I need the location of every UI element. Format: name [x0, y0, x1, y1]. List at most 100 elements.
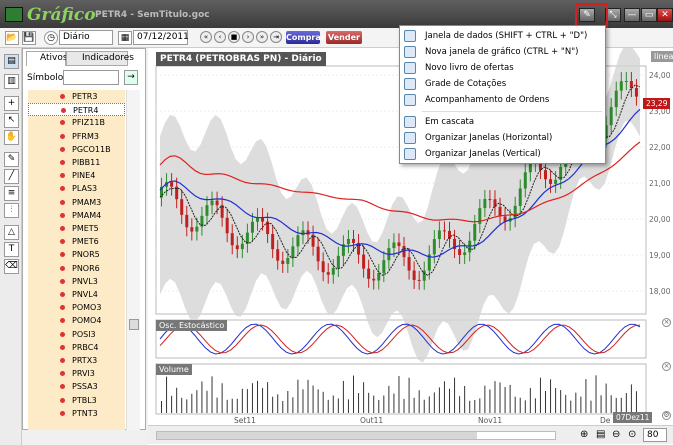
asset-item[interactable]: PGCO11B: [28, 143, 125, 156]
asset-item[interactable]: PNOR5: [28, 248, 125, 261]
candle-body: [544, 170, 547, 180]
asset-item[interactable]: PINE4: [28, 169, 125, 182]
maximize-button[interactable]: ▭: [641, 8, 657, 22]
candle-body: [609, 107, 613, 126]
asset-list-scrollbar[interactable]: [126, 90, 140, 430]
crosshair-icon[interactable]: +: [4, 96, 19, 111]
asset-item[interactable]: PETR3: [28, 90, 125, 103]
buy-button[interactable]: Comprar: [286, 31, 325, 44]
candle-body: [488, 199, 492, 201]
menu-item[interactable]: Acompanhamento de Ordens: [400, 93, 605, 108]
asset-item[interactable]: POMO4: [28, 314, 125, 327]
period-select[interactable]: Diário: [59, 30, 113, 45]
asset-item[interactable]: PETR4: [28, 103, 125, 117]
date-field[interactable]: 07/12/2011: [133, 30, 189, 45]
scrollbar-thumb[interactable]: [129, 319, 139, 330]
save-icon[interactable]: 💾: [22, 31, 36, 45]
hscroll-thumb[interactable]: [157, 432, 477, 439]
stop-icon[interactable]: ■: [228, 31, 240, 43]
asset-item[interactable]: PTBL3: [28, 394, 125, 407]
asset-item[interactable]: PMET5: [28, 222, 125, 235]
cursor-icon[interactable]: ↖: [4, 113, 19, 128]
menu-item[interactable]: Organizar Janelas (Vertical): [400, 147, 605, 162]
zoom-value[interactable]: 80: [643, 428, 667, 442]
symbol-input[interactable]: [63, 70, 119, 85]
fibonacci-icon[interactable]: ⫶: [4, 203, 19, 218]
calendar-icon[interactable]: ▦: [118, 31, 132, 45]
zoom-fit-icon[interactable]: ⊙: [628, 429, 636, 440]
shape-icon[interactable]: △: [4, 225, 19, 240]
asset-item[interactable]: PFIZ11B: [28, 116, 125, 129]
end-icon[interactable]: ⇥: [270, 31, 282, 43]
text-tool-icon[interactable]: T: [4, 242, 19, 257]
candle-body: [296, 235, 300, 247]
settings-icon[interactable]: ⚙: [662, 411, 671, 420]
asset-item[interactable]: PMET6: [28, 235, 125, 248]
asset-item[interactable]: PTNT3: [28, 407, 125, 420]
asset-item[interactable]: POSI3: [28, 328, 125, 341]
zoom-in-icon[interactable]: ⊕: [580, 429, 588, 440]
asset-item[interactable]: PNVL4: [28, 288, 125, 301]
first-icon[interactable]: «: [200, 31, 212, 43]
candle-body: [382, 260, 386, 274]
tab-indicadores[interactable]: Indicadores: [66, 51, 134, 66]
delete-drawing-icon[interactable]: ⌫: [4, 259, 19, 274]
zoom-out-icon[interactable]: ⊖: [612, 429, 620, 440]
chart-view-icon[interactable]: ▥: [4, 74, 19, 89]
horizontal-scrollbar[interactable]: [156, 431, 556, 440]
asset-item[interactable]: PNOR6: [28, 262, 125, 275]
close-button[interactable]: ✕: [657, 8, 673, 22]
asset-symbol: PMAM3: [72, 197, 102, 207]
asset-item[interactable]: PFRM3: [28, 130, 125, 143]
menu-item-label: Organizar Janelas (Vertical): [425, 149, 541, 159]
trend-line-icon[interactable]: ╱: [4, 169, 19, 184]
candle-body: [377, 273, 381, 281]
asset-item[interactable]: PRTX3: [28, 354, 125, 367]
asset-item[interactable]: PLAS3: [28, 182, 125, 195]
oscillator-label: Osc. Estocástico: [156, 320, 228, 331]
asset-item[interactable]: POMO3: [28, 301, 125, 314]
asset-item[interactable]: PSSA3: [28, 380, 125, 393]
next-icon[interactable]: ›: [242, 31, 254, 43]
candle-body: [412, 270, 416, 280]
open-folder-icon[interactable]: 📂: [5, 31, 19, 45]
asset-item[interactable]: PIBB11: [28, 156, 125, 169]
menu-item[interactable]: Grade de Cotações: [400, 77, 605, 92]
chart-title: PETR4 (PETROBRAS PN) - Diário: [156, 52, 326, 66]
close-oscillator-icon[interactable]: ×: [662, 318, 671, 327]
tab-ativos[interactable]: Ativos: [26, 51, 68, 66]
last-icon[interactable]: »: [256, 31, 268, 43]
asset-status-icon: [60, 173, 65, 179]
symbol-go-icon[interactable]: →: [124, 70, 138, 85]
close-volume-icon[interactable]: ×: [662, 362, 671, 371]
asset-item[interactable]: PMAM4: [28, 209, 125, 222]
asset-item[interactable]: PRBC4: [28, 341, 125, 354]
asset-status-icon: [60, 318, 65, 324]
hand-icon[interactable]: ✋: [4, 130, 19, 145]
menu-item[interactable]: Em cascata: [400, 115, 605, 130]
asset-item[interactable]: PNVL3: [28, 275, 125, 288]
print-icon[interactable]: ▤: [596, 429, 605, 440]
asset-symbol: PMET5: [72, 224, 99, 233]
scale-label[interactable]: linear: [651, 51, 673, 62]
asset-item[interactable]: PMAM3: [28, 196, 125, 209]
asset-status-icon: [60, 371, 65, 377]
menu-item[interactable]: Organizar Janelas (Horizontal): [400, 131, 605, 146]
candle-body: [432, 239, 436, 255]
menu-item-label: Nova janela de gráfico (CTRL + "N"): [425, 47, 579, 57]
menu-item[interactable]: Janela de dados (SHIFT + CTRL + "D"): [400, 29, 605, 44]
pencil-icon[interactable]: ✎: [4, 152, 19, 167]
asset-status-icon: [60, 358, 65, 363]
candle-body: [523, 172, 527, 189]
minimize-button[interactable]: —: [624, 8, 640, 22]
asset-symbol: POMO4: [72, 316, 102, 326]
menu-item[interactable]: Novo livro de ofertas: [400, 61, 605, 76]
asset-item[interactable]: PRVI3: [28, 367, 125, 380]
channel-icon[interactable]: ≡: [4, 186, 19, 201]
prev-icon[interactable]: ‹: [214, 31, 226, 43]
asset-status-icon: [60, 133, 65, 139]
menu-item[interactable]: Nova janela de gráfico (CTRL + "N"): [400, 45, 605, 60]
list-view-icon[interactable]: ▤: [4, 54, 19, 69]
asset-symbol: PETR3: [72, 92, 98, 101]
sell-button[interactable]: Vender: [326, 31, 362, 44]
